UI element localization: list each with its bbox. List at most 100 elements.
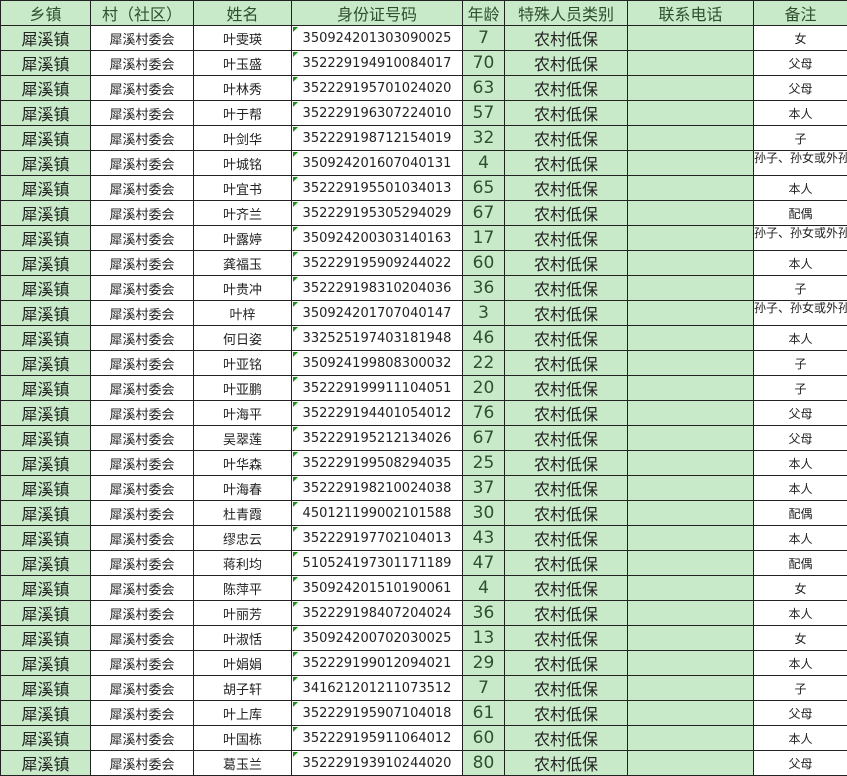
cell-phone[interactable] — [628, 301, 754, 326]
cell-name[interactable]: 叶于帮 — [194, 101, 292, 126]
cell-phone[interactable] — [628, 51, 754, 76]
cell-id-number[interactable]: 350924201303090025 — [292, 26, 463, 51]
cell-id-number[interactable]: 350924200702030025 — [292, 626, 463, 651]
cell-category[interactable]: 农村低保 — [505, 276, 628, 301]
cell-id-number[interactable]: 352229198210024038 — [292, 476, 463, 501]
cell-village[interactable]: 犀溪村委会 — [91, 701, 194, 726]
cell-village[interactable]: 犀溪村委会 — [91, 626, 194, 651]
cell-id-number[interactable]: 352229198712154019 — [292, 126, 463, 151]
cell-id-number[interactable]: 341621201211073512 — [292, 676, 463, 701]
cell-village[interactable]: 犀溪村委会 — [91, 76, 194, 101]
cell-id-number[interactable]: 352229195911064012 — [292, 726, 463, 751]
cell-name[interactable]: 叶华森 — [194, 451, 292, 476]
cell-note[interactable]: 子 — [754, 376, 847, 401]
cell-phone[interactable] — [628, 476, 754, 501]
cell-village[interactable]: 犀溪村委会 — [91, 251, 194, 276]
cell-category[interactable]: 农村低保 — [505, 551, 628, 576]
cell-town[interactable]: 犀溪镇 — [1, 526, 91, 551]
cell-category[interactable]: 农村低保 — [505, 76, 628, 101]
header-category[interactable]: 特殊人员类别 — [505, 1, 628, 26]
cell-town[interactable]: 犀溪镇 — [1, 276, 91, 301]
cell-town[interactable]: 犀溪镇 — [1, 601, 91, 626]
cell-name[interactable]: 叶丽芳 — [194, 601, 292, 626]
cell-category[interactable]: 农村低保 — [505, 26, 628, 51]
cell-id-number[interactable]: 352229199508294035 — [292, 451, 463, 476]
cell-phone[interactable] — [628, 276, 754, 301]
cell-town[interactable]: 犀溪镇 — [1, 101, 91, 126]
cell-town[interactable]: 犀溪镇 — [1, 451, 91, 476]
cell-note[interactable]: 本人 — [754, 176, 847, 201]
cell-village[interactable]: 犀溪村委会 — [91, 676, 194, 701]
cell-phone[interactable] — [628, 201, 754, 226]
cell-name[interactable]: 叶亚铭 — [194, 351, 292, 376]
cell-id-number[interactable]: 352229199012094021 — [292, 651, 463, 676]
cell-age[interactable]: 32 — [463, 126, 505, 151]
cell-village[interactable]: 犀溪村委会 — [91, 601, 194, 626]
cell-town[interactable]: 犀溪镇 — [1, 126, 91, 151]
cell-town[interactable]: 犀溪镇 — [1, 26, 91, 51]
cell-note[interactable]: 本人 — [754, 651, 847, 676]
cell-town[interactable]: 犀溪镇 — [1, 226, 91, 251]
cell-note[interactable]: 父母 — [754, 751, 847, 776]
cell-note[interactable]: 父母 — [754, 701, 847, 726]
cell-age[interactable]: 13 — [463, 626, 505, 651]
cell-age[interactable]: 4 — [463, 576, 505, 601]
cell-category[interactable]: 农村低保 — [505, 601, 628, 626]
cell-age[interactable]: 25 — [463, 451, 505, 476]
cell-category[interactable]: 农村低保 — [505, 51, 628, 76]
cell-town[interactable]: 犀溪镇 — [1, 676, 91, 701]
cell-village[interactable]: 犀溪村委会 — [91, 426, 194, 451]
cell-town[interactable]: 犀溪镇 — [1, 176, 91, 201]
cell-id-number[interactable]: 352229199911104051 — [292, 376, 463, 401]
cell-note[interactable]: 配偶 — [754, 501, 847, 526]
cell-phone[interactable] — [628, 676, 754, 701]
cell-village[interactable]: 犀溪村委会 — [91, 101, 194, 126]
cell-age[interactable]: 67 — [463, 201, 505, 226]
cell-age[interactable]: 17 — [463, 226, 505, 251]
cell-name[interactable]: 何日姿 — [194, 326, 292, 351]
cell-note[interactable]: 父母 — [754, 76, 847, 101]
cell-village[interactable]: 犀溪村委会 — [91, 126, 194, 151]
cell-phone[interactable] — [628, 226, 754, 251]
cell-id-number[interactable]: 352229195909244022 — [292, 251, 463, 276]
cell-note[interactable]: 本人 — [754, 476, 847, 501]
cell-name[interactable]: 叶露婷 — [194, 226, 292, 251]
cell-town[interactable]: 犀溪镇 — [1, 351, 91, 376]
cell-phone[interactable] — [628, 601, 754, 626]
cell-name[interactable]: 叶上库 — [194, 701, 292, 726]
cell-id-number[interactable]: 352229193910244020 — [292, 751, 463, 776]
cell-town[interactable]: 犀溪镇 — [1, 651, 91, 676]
cell-note[interactable]: 本人 — [754, 726, 847, 751]
cell-phone[interactable] — [628, 376, 754, 401]
cell-id-number[interactable]: 352229195305294029 — [292, 201, 463, 226]
cell-age[interactable]: 57 — [463, 101, 505, 126]
cell-age[interactable]: 3 — [463, 301, 505, 326]
cell-name[interactable]: 叶宜书 — [194, 176, 292, 201]
cell-id-number[interactable]: 510524197301171189 — [292, 551, 463, 576]
header-town[interactable]: 乡镇 — [1, 1, 91, 26]
cell-id-number[interactable]: 352229194401054012 — [292, 401, 463, 426]
cell-phone[interactable] — [628, 651, 754, 676]
cell-age[interactable]: 20 — [463, 376, 505, 401]
cell-category[interactable]: 农村低保 — [505, 151, 628, 176]
cell-category[interactable]: 农村低保 — [505, 576, 628, 601]
cell-id-number[interactable]: 352229198407204024 — [292, 601, 463, 626]
cell-note[interactable]: 本人 — [754, 251, 847, 276]
cell-town[interactable]: 犀溪镇 — [1, 626, 91, 651]
cell-village[interactable]: 犀溪村委会 — [91, 451, 194, 476]
cell-note[interactable]: 子 — [754, 276, 847, 301]
cell-age[interactable]: 65 — [463, 176, 505, 201]
cell-note[interactable]: 本人 — [754, 326, 847, 351]
cell-name[interactable]: 叶林秀 — [194, 76, 292, 101]
cell-id-number[interactable]: 352229198310204036 — [292, 276, 463, 301]
cell-category[interactable]: 农村低保 — [505, 726, 628, 751]
cell-village[interactable]: 犀溪村委会 — [91, 551, 194, 576]
cell-town[interactable]: 犀溪镇 — [1, 151, 91, 176]
cell-name[interactable]: 叶城铭 — [194, 151, 292, 176]
cell-note[interactable]: 配偶 — [754, 551, 847, 576]
cell-town[interactable]: 犀溪镇 — [1, 576, 91, 601]
cell-village[interactable]: 犀溪村委会 — [91, 751, 194, 776]
cell-age[interactable]: 47 — [463, 551, 505, 576]
cell-id-number[interactable]: 350924200303140163 — [292, 226, 463, 251]
cell-village[interactable]: 犀溪村委会 — [91, 351, 194, 376]
